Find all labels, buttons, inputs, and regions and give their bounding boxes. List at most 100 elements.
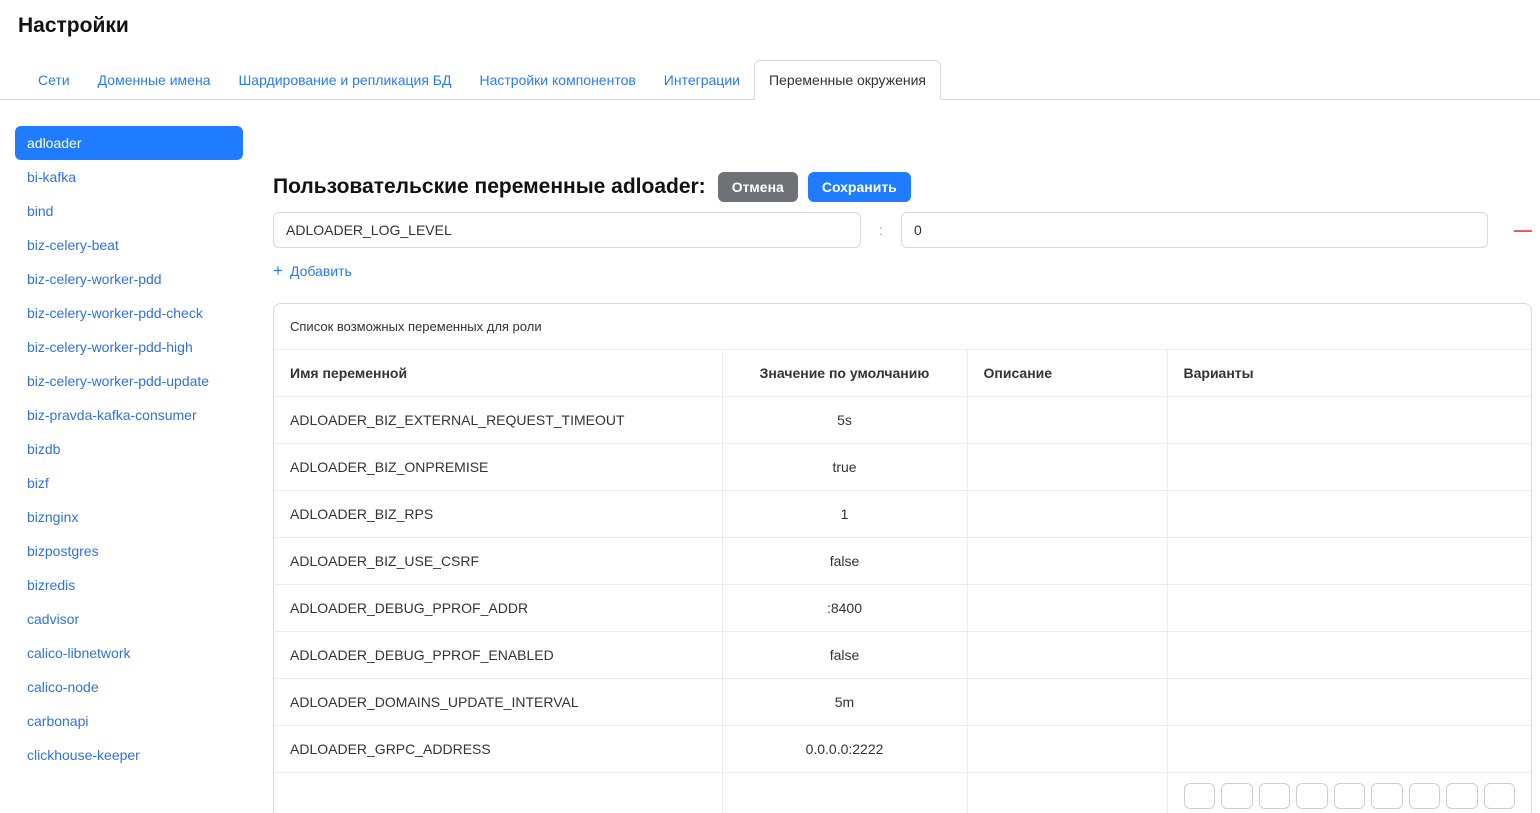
variable-variants bbox=[1167, 773, 1531, 813]
variable-description bbox=[967, 397, 1167, 444]
variable-default: :8400 bbox=[722, 585, 967, 632]
user-variables-heading: Пользовательские переменные adloader: bbox=[273, 175, 706, 199]
sidebar-item-calico-node[interactable]: calico-node bbox=[15, 670, 243, 704]
variable-default: 5m bbox=[722, 679, 967, 726]
save-button[interactable]: Сохранить bbox=[808, 172, 911, 202]
variable-description bbox=[967, 444, 1167, 491]
variable-default: 1 bbox=[722, 491, 967, 538]
variable-description bbox=[967, 632, 1167, 679]
variable-variants bbox=[1167, 538, 1531, 585]
column-header-default: Значение по умолчанию bbox=[722, 350, 967, 397]
page-title: Настройки bbox=[18, 14, 1540, 38]
variable-name: ADLOADER_BIZ_ONPREMISE bbox=[274, 444, 722, 491]
main-panel: Пользовательские переменные adloader: От… bbox=[273, 126, 1532, 813]
table-header-row: Имя переменной Значение по умолчанию Опи… bbox=[274, 350, 1531, 397]
tab-networks[interactable]: Сети bbox=[24, 61, 84, 99]
table-row: ADLOADER_BIZ_USE_CSRF false bbox=[274, 538, 1531, 585]
variant-chip[interactable] bbox=[1259, 783, 1291, 809]
column-header-variants: Варианты bbox=[1167, 350, 1531, 397]
sidebar-item-bind[interactable]: bind bbox=[15, 194, 243, 228]
sidebar-item-bi-kafka[interactable]: bi-kafka bbox=[15, 160, 243, 194]
sidebar-item-biz-celery-worker-pdd-check[interactable]: biz-celery-worker-pdd-check bbox=[15, 296, 243, 330]
variable-value-input[interactable] bbox=[901, 212, 1488, 248]
variable-name bbox=[274, 773, 722, 813]
table-row-partial bbox=[274, 773, 1531, 813]
variable-variants bbox=[1167, 585, 1531, 632]
table-row: ADLOADER_DEBUG_PPROF_ENABLED false bbox=[274, 632, 1531, 679]
variable-default: 5s bbox=[722, 397, 967, 444]
tab-environment-variables[interactable]: Переменные окружения bbox=[754, 60, 941, 100]
sidebar-item-biz-celery-worker-pdd-update[interactable]: biz-celery-worker-pdd-update bbox=[15, 364, 243, 398]
variable-name: ADLOADER_BIZ_EXTERNAL_REQUEST_TIMEOUT bbox=[274, 397, 722, 444]
sidebar-item-calico-libnetwork[interactable]: calico-libnetwork bbox=[15, 636, 243, 670]
variable-name-input[interactable] bbox=[273, 212, 861, 248]
tab-db-sharding-replication[interactable]: Шардирование и репликация БД bbox=[224, 61, 465, 99]
card-caption: Список возможных переменных для роли bbox=[274, 304, 1531, 350]
variable-variants bbox=[1167, 679, 1531, 726]
add-variable-button[interactable]: + Добавить bbox=[273, 262, 352, 279]
variable-name: ADLOADER_DOMAINS_UPDATE_INTERVAL bbox=[274, 679, 722, 726]
column-header-description: Описание bbox=[967, 350, 1167, 397]
variant-chip[interactable] bbox=[1409, 783, 1441, 809]
variable-name: ADLOADER_GRPC_ADDRESS bbox=[274, 726, 722, 773]
sidebar-item-biznginx[interactable]: biznginx bbox=[15, 500, 243, 534]
variable-variants bbox=[1167, 726, 1531, 773]
variant-chip[interactable] bbox=[1221, 783, 1253, 809]
heading-row: Пользовательские переменные adloader: От… bbox=[273, 172, 1532, 202]
tab-component-settings[interactable]: Настройки компонентов bbox=[465, 61, 649, 99]
variable-description bbox=[967, 726, 1167, 773]
sidebar-item-bizf[interactable]: bizf bbox=[15, 466, 243, 500]
variable-edit-row: : — bbox=[273, 212, 1532, 248]
sidebar-item-bizdb[interactable]: bizdb bbox=[15, 432, 243, 466]
variable-default bbox=[722, 773, 967, 813]
key-value-separator: : bbox=[861, 222, 901, 238]
possible-variables-card: Список возможных переменных для роли Имя… bbox=[273, 303, 1532, 813]
variant-chip[interactable] bbox=[1484, 783, 1516, 809]
variable-name: ADLOADER_DEBUG_PPROF_ENABLED bbox=[274, 632, 722, 679]
sidebar-item-biz-celery-worker-pdd-high[interactable]: biz-celery-worker-pdd-high bbox=[15, 330, 243, 364]
tab-integrations[interactable]: Интеграции bbox=[650, 61, 754, 99]
variable-variants bbox=[1167, 444, 1531, 491]
sidebar-item-clickhouse-keeper[interactable]: clickhouse-keeper bbox=[15, 738, 243, 772]
column-header-name: Имя переменной bbox=[274, 350, 722, 397]
variable-name: ADLOADER_DEBUG_PPROF_ADDR bbox=[274, 585, 722, 632]
variable-default: false bbox=[722, 632, 967, 679]
add-variable-label: Добавить bbox=[290, 263, 352, 279]
variable-description bbox=[967, 585, 1167, 632]
table-row: ADLOADER_BIZ_EXTERNAL_REQUEST_TIMEOUT 5s bbox=[274, 397, 1531, 444]
variable-description bbox=[967, 773, 1167, 813]
sidebar-item-carbonapi[interactable]: carbonapi bbox=[15, 704, 243, 738]
variable-description bbox=[967, 679, 1167, 726]
roles-sidebar: adloader bi-kafka bind biz-celery-beat b… bbox=[15, 126, 243, 813]
variable-name: ADLOADER_BIZ_USE_CSRF bbox=[274, 538, 722, 585]
variable-variants bbox=[1167, 397, 1531, 444]
sidebar-item-biz-celery-beat[interactable]: biz-celery-beat bbox=[15, 228, 243, 262]
sidebar-item-bizpostgres[interactable]: bizpostgres bbox=[15, 534, 243, 568]
variant-chips bbox=[1184, 783, 1516, 809]
variant-chip[interactable] bbox=[1334, 783, 1366, 809]
variable-default: true bbox=[722, 444, 967, 491]
table-row: ADLOADER_BIZ_RPS 1 bbox=[274, 491, 1531, 538]
variable-default: false bbox=[722, 538, 967, 585]
possible-variables-table: Имя переменной Значение по умолчанию Опи… bbox=[274, 350, 1531, 813]
variable-name: ADLOADER_BIZ_RPS bbox=[274, 491, 722, 538]
remove-variable-icon[interactable]: — bbox=[1488, 221, 1532, 239]
sidebar-item-adloader[interactable]: adloader bbox=[15, 126, 243, 160]
variable-description bbox=[967, 491, 1167, 538]
table-row: ADLOADER_DOMAINS_UPDATE_INTERVAL 5m bbox=[274, 679, 1531, 726]
variant-chip[interactable] bbox=[1184, 783, 1216, 809]
variable-variants bbox=[1167, 632, 1531, 679]
cancel-button[interactable]: Отмена bbox=[718, 172, 798, 202]
sidebar-item-cadvisor[interactable]: cadvisor bbox=[15, 602, 243, 636]
sidebar-item-bizredis[interactable]: bizredis bbox=[15, 568, 243, 602]
variant-chip[interactable] bbox=[1296, 783, 1328, 809]
tab-domain-names[interactable]: Доменные имена bbox=[84, 61, 225, 99]
variant-chip[interactable] bbox=[1371, 783, 1403, 809]
variant-chip[interactable] bbox=[1446, 783, 1478, 809]
plus-icon: + bbox=[273, 262, 283, 279]
sidebar-item-biz-pravda-kafka-consumer[interactable]: biz-pravda-kafka-consumer bbox=[15, 398, 243, 432]
variable-variants bbox=[1167, 491, 1531, 538]
content-area: adloader bi-kafka bind biz-celery-beat b… bbox=[0, 126, 1540, 813]
table-row: ADLOADER_GRPC_ADDRESS 0.0.0.0:2222 bbox=[274, 726, 1531, 773]
sidebar-item-biz-celery-worker-pdd[interactable]: biz-celery-worker-pdd bbox=[15, 262, 243, 296]
